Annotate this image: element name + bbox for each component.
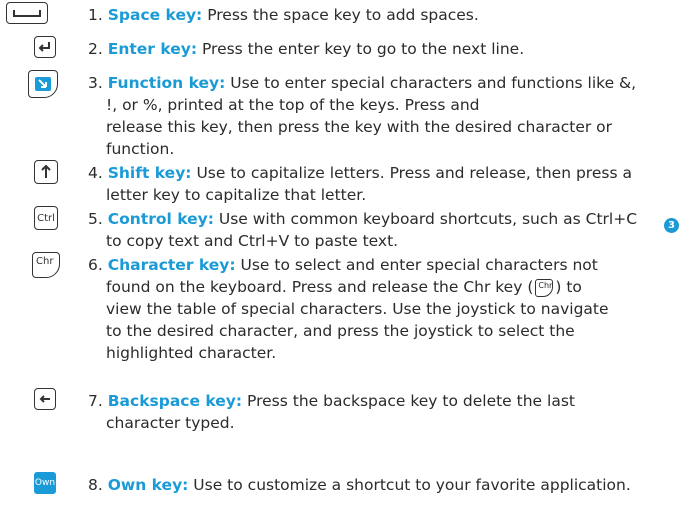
item-text-line: to the desired character, and press the … — [106, 322, 575, 340]
list-item-shift: 4. Shift key: Use to capitalize letters.… — [88, 162, 668, 206]
item-text-line: ) to — [555, 278, 582, 296]
item-name: Character key: — [107, 256, 236, 274]
list-item-character: 6. Character key: Use to select and ente… — [88, 254, 668, 364]
item-number: 3. — [88, 74, 103, 92]
item-number: 7. — [88, 392, 103, 410]
item-text-line: character typed. — [106, 414, 235, 432]
item-number: 5. — [88, 210, 103, 228]
character-key-icon: Chr — [32, 252, 60, 278]
list-item-function: 3. Function key: Use to enter special ch… — [88, 72, 668, 160]
item-name: Function key: — [107, 74, 226, 92]
item-number: 1. — [88, 6, 103, 24]
list-item-space: 1. Space key: Press the space key to add… — [88, 4, 668, 26]
control-key-icon: Ctrl — [34, 206, 58, 230]
item-name: Backspace key: — [107, 392, 243, 410]
item-name: Space key: — [107, 6, 203, 24]
item-name: Control key: — [107, 210, 214, 228]
backspace-key-icon — [34, 388, 56, 410]
item-text-line: view the table of special characters. Us… — [106, 300, 609, 318]
item-text: Use to customize a shortcut to your favo… — [188, 476, 631, 494]
item-text-line: found on the keyboard. Press and release… — [106, 278, 534, 296]
item-number: 8. — [88, 476, 103, 494]
chr-inline-icon: Chr — [535, 278, 554, 297]
item-number: 2. — [88, 40, 103, 58]
item-number: 4. — [88, 164, 103, 182]
item-text: Use to capitalize letters. Press and rel… — [191, 164, 632, 182]
list-item-own: 8. Own key: Use to customize a shortcut … — [88, 474, 668, 496]
shift-key-icon — [34, 160, 58, 184]
item-number: 6. — [88, 256, 103, 274]
space-key-icon — [6, 2, 48, 24]
item-text: Press the space key to add spaces. — [202, 6, 479, 24]
item-text-line: function. — [106, 140, 175, 158]
enter-key-icon — [34, 36, 56, 58]
item-text: Use to enter special characters and func… — [225, 74, 637, 92]
item-text-line: to copy text and Ctrl+V to paste text. — [106, 232, 399, 250]
item-name: Shift key: — [107, 164, 192, 182]
item-name: Enter key: — [107, 40, 198, 58]
item-text-line: letter key to capitalize that letter. — [106, 186, 367, 204]
list-item-enter: 2. Enter key: Press the enter key to go … — [88, 38, 668, 60]
function-key-icon — [28, 70, 58, 98]
list-item-backspace: 7. Backspace key: Press the backspace ke… — [88, 390, 668, 434]
list-item-control: 5. Control key: Use with common keyboard… — [88, 208, 668, 252]
own-key-icon: Own — [34, 472, 56, 494]
item-text: Press the backspace key to delete the la… — [242, 392, 575, 410]
item-name: Own key: — [107, 476, 189, 494]
item-text-line: highlighted character. — [106, 344, 277, 362]
item-text-line: !, or %, printed at the top of the keys.… — [106, 96, 480, 114]
item-text: Use with common keyboard shortcuts, such… — [213, 210, 638, 228]
item-text: Use to select and enter special characte… — [235, 256, 598, 274]
item-text: Press the enter key to go to the next li… — [197, 40, 525, 58]
item-text-line: release this key, then press the key wit… — [106, 118, 613, 136]
